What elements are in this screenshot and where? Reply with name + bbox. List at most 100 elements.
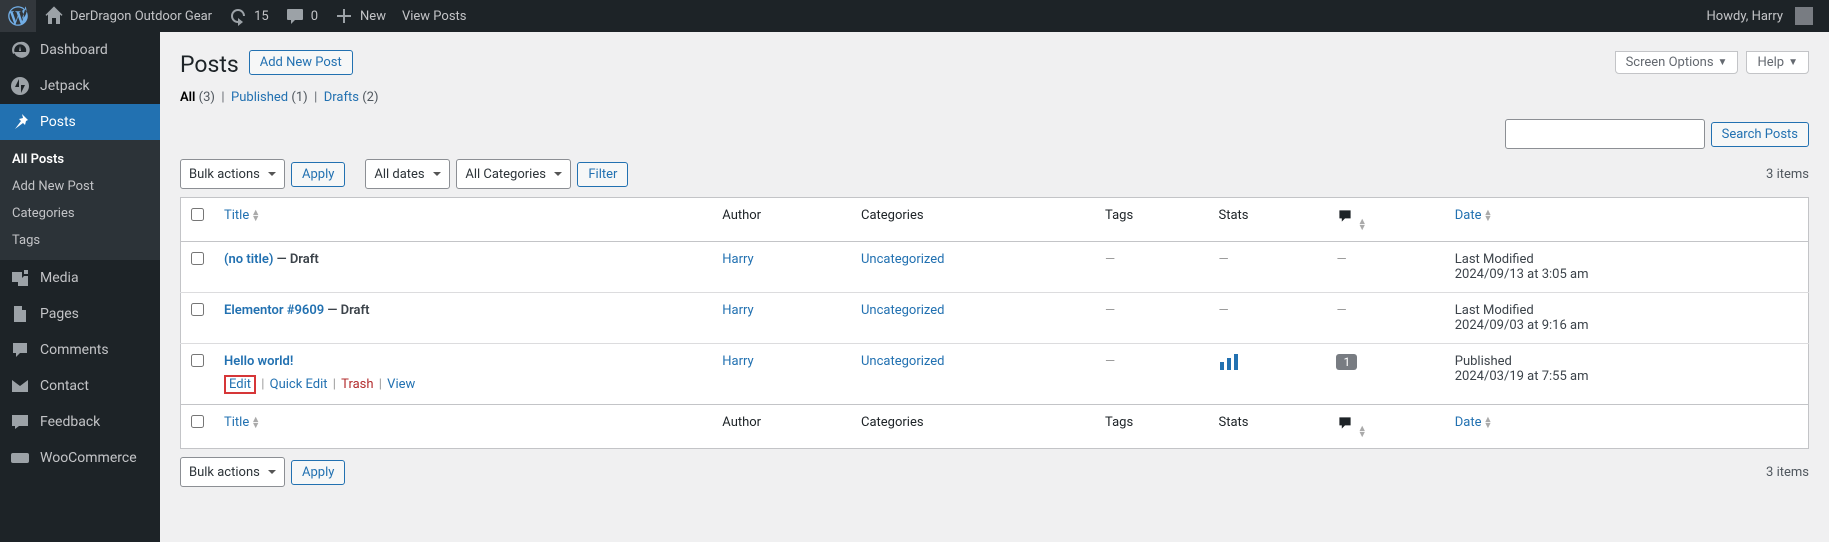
sort-icon: ▲▼ xyxy=(1484,417,1493,429)
col-tags-foot: Tags xyxy=(1095,405,1208,449)
row-action-view[interactable]: View xyxy=(387,377,415,392)
help-button[interactable]: Help ▼ xyxy=(1746,51,1809,74)
comments-empty: — xyxy=(1336,303,1346,318)
post-title-link[interactable]: Hello world! xyxy=(224,354,293,369)
filter-published[interactable]: Published xyxy=(231,90,288,105)
category-link[interactable]: Uncategorized xyxy=(861,303,944,318)
site-name-link[interactable]: DerDragon Outdoor Gear xyxy=(36,0,220,32)
filter-drafts[interactable]: Drafts xyxy=(324,90,359,105)
chevron-down-icon: ▼ xyxy=(1788,57,1798,68)
row-actions: Edit | Quick Edit | Trash | View xyxy=(224,375,702,394)
wordpress-icon xyxy=(8,6,28,26)
row-action-edit[interactable]: Edit xyxy=(229,377,251,392)
author-link[interactable]: Harry xyxy=(722,303,753,318)
col-title-foot[interactable]: Title ▲▼ xyxy=(224,415,260,430)
add-new-post-button[interactable]: Add New Post xyxy=(249,50,353,75)
pages-icon xyxy=(10,304,30,324)
select-all-checkbox[interactable] xyxy=(191,208,204,221)
post-state: — Draft xyxy=(324,303,369,318)
submenu-tags[interactable]: Tags xyxy=(0,227,160,254)
select-row-checkbox[interactable] xyxy=(191,354,204,367)
post-status-filter: All (3) | Published (1) | Drafts (2) xyxy=(180,90,1809,105)
menu-media[interactable]: Media xyxy=(0,260,160,296)
select-row-checkbox[interactable] xyxy=(191,303,204,316)
new-label: New xyxy=(360,9,386,24)
pushpin-icon xyxy=(10,112,30,132)
table-row: Elementor #9609 — Draft Harry Uncategorize… xyxy=(181,293,1809,344)
home-icon xyxy=(44,6,64,26)
menu-woocommerce[interactable]: WooCommerce xyxy=(0,440,160,476)
select-all-checkbox-foot[interactable] xyxy=(191,415,204,428)
comments-icon xyxy=(10,340,30,360)
row-action-quick-edit[interactable]: Quick Edit xyxy=(270,377,328,392)
sort-icon: ▲▼ xyxy=(1484,210,1493,222)
category-link[interactable]: Uncategorized xyxy=(861,354,944,369)
stats-empty: — xyxy=(1219,303,1229,318)
author-link[interactable]: Harry xyxy=(722,252,753,267)
feedback-icon xyxy=(10,412,30,432)
search-posts-button[interactable]: Search Posts xyxy=(1711,122,1809,147)
filter-button[interactable]: Filter xyxy=(577,162,628,187)
admin-bar: DerDragon Outdoor Gear 15 0 New View Pos… xyxy=(0,0,1829,32)
menu-comments[interactable]: Comments xyxy=(0,332,160,368)
items-count-bottom: 3 items xyxy=(1766,465,1809,480)
col-categories-foot: Categories xyxy=(851,405,1095,449)
media-icon xyxy=(10,268,30,288)
table-row: Hello world! Edit | Quick Edit | Trash | … xyxy=(181,344,1809,405)
date-cell: Last Modified2024/09/13 at 3:05 am xyxy=(1445,242,1809,293)
posts-table: Title ▲▼ Author Categories Tags Stats ▲▼… xyxy=(180,197,1809,449)
sort-icon: ▲▼ xyxy=(1358,426,1367,438)
new-link[interactable]: New xyxy=(326,0,394,32)
updates-link[interactable]: 15 xyxy=(220,0,277,32)
screen-options-button[interactable]: Screen Options ▼ xyxy=(1615,51,1739,74)
menu-contact[interactable]: Contact xyxy=(0,368,160,404)
col-author: Author xyxy=(712,198,851,242)
col-title[interactable]: Title ▲▼ xyxy=(224,208,260,223)
bulk-actions-select[interactable]: Bulk actions xyxy=(180,159,285,189)
howdy-link[interactable]: Howdy, Harry xyxy=(1699,0,1821,32)
category-link[interactable]: Uncategorized xyxy=(861,252,944,267)
submenu-all-posts[interactable]: All Posts xyxy=(0,146,160,173)
filter-all[interactable]: All xyxy=(180,90,195,105)
row-action-trash[interactable]: Trash xyxy=(341,377,373,392)
col-categories: Categories xyxy=(851,198,1095,242)
tags-cell: — xyxy=(1105,303,1115,318)
comment-count-badge[interactable]: 1 xyxy=(1336,354,1357,370)
select-row-checkbox[interactable] xyxy=(191,252,204,265)
tags-cell: — xyxy=(1105,252,1115,267)
chevron-down-icon: ▼ xyxy=(1718,57,1728,68)
menu-pages[interactable]: Pages xyxy=(0,296,160,332)
category-filter-select[interactable]: All Categories xyxy=(456,159,571,189)
view-posts-link[interactable]: View Posts xyxy=(394,0,475,32)
post-title-link[interactable]: Elementor #9609 xyxy=(224,303,324,318)
tags-cell: — xyxy=(1105,354,1115,369)
date-cell: Published2024/03/19 at 7:55 am xyxy=(1445,344,1809,405)
col-date[interactable]: Date ▲▼ xyxy=(1455,208,1493,223)
dashboard-icon xyxy=(10,40,30,60)
menu-dashboard[interactable]: Dashboard xyxy=(0,32,160,68)
avatar-icon xyxy=(1795,7,1813,25)
col-stats-foot: Stats xyxy=(1209,405,1327,449)
col-comments[interactable]: ▲▼ xyxy=(1326,198,1444,242)
sort-icon: ▲▼ xyxy=(251,210,260,222)
menu-feedback[interactable]: Feedback xyxy=(0,404,160,440)
submenu-add-new[interactable]: Add New Post xyxy=(0,173,160,200)
col-date-foot[interactable]: Date ▲▼ xyxy=(1455,415,1493,430)
comments-link[interactable]: 0 xyxy=(277,0,326,32)
menu-jetpack[interactable]: Jetpack xyxy=(0,68,160,104)
envelope-icon xyxy=(10,376,30,396)
post-title-link[interactable]: (no title) xyxy=(224,252,273,267)
search-input[interactable] xyxy=(1505,119,1705,149)
apply-bulk-button[interactable]: Apply xyxy=(291,162,345,187)
author-link[interactable]: Harry xyxy=(722,354,753,369)
jetpack-icon xyxy=(10,76,30,96)
stats-chart-icon[interactable] xyxy=(1219,359,1239,374)
submenu-categories[interactable]: Categories xyxy=(0,200,160,227)
sort-icon: ▲▼ xyxy=(1358,219,1367,231)
col-comments-foot[interactable]: ▲▼ xyxy=(1326,405,1444,449)
menu-posts[interactable]: Posts xyxy=(0,104,160,140)
date-filter-select[interactable]: All dates xyxy=(365,159,450,189)
bulk-actions-select-bottom[interactable]: Bulk actions xyxy=(180,457,285,487)
apply-bulk-button-bottom[interactable]: Apply xyxy=(291,460,345,485)
wp-logo[interactable] xyxy=(0,0,36,32)
